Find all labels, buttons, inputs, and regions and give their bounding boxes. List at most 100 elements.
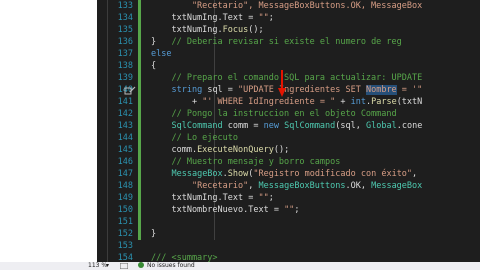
code-token: } <box>151 37 172 47</box>
line-number: 154 <box>117 253 133 262</box>
code-text: /// <summary> <box>151 252 218 262</box>
code-text: txtNombreNuevo.Text = ""; <box>151 204 299 216</box>
line-number: 145 <box>117 145 133 155</box>
code-token: .cone <box>396 121 423 131</box>
code-token: SqlCommand <box>284 121 336 131</box>
code-line[interactable]: 141 + "' WHERE IdIngrediente = " + int.P… <box>97 96 480 108</box>
code-token: ; <box>268 13 274 23</box>
code-line[interactable]: 149 txtNumIng.Text = ""; <box>97 192 480 204</box>
code-token: ; <box>294 205 300 215</box>
line-number: 142 <box>117 109 133 119</box>
code-token: "Registro modificado con éxito" <box>253 169 413 179</box>
code-line[interactable]: 140 string sql = "UPDATE Ingredientes SE… <box>97 84 480 96</box>
line-number: 133 <box>117 1 133 11</box>
code-line[interactable]: 135 txtNumIng.Focus(); <box>97 24 480 36</box>
line-number: 138 <box>117 61 133 71</box>
code-token: "" <box>258 13 269 23</box>
code-token: MessageBox <box>371 181 423 191</box>
code-line[interactable]: 134 txtNumIng.Text = ""; <box>97 12 480 24</box>
code-token: sql = <box>202 85 239 95</box>
code-token: // Lo ejecuto <box>151 133 238 143</box>
line-number: 147 <box>117 169 133 179</box>
code-line[interactable]: 151 <box>97 216 480 228</box>
quick-actions-icon[interactable] <box>124 86 136 96</box>
code-line[interactable]: 146 // Muestro mensaje y borro campos <box>97 156 480 168</box>
left-panel <box>0 0 97 262</box>
code-token: (); <box>248 25 264 35</box>
code-token: new <box>263 121 279 131</box>
issues-status[interactable]: No issues found <box>147 262 195 270</box>
code-token: (); <box>273 145 290 155</box>
code-line[interactable]: 138 { <box>97 60 480 72</box>
line-number: 136 <box>117 37 133 47</box>
code-text: txtNumIng.Text = ""; <box>151 192 273 204</box>
code-text: comm.ExecuteNonQuery(); <box>151 144 289 156</box>
zoom-dropdown-icon[interactable]: ▾ <box>106 262 109 270</box>
code-token: SqlCommand <box>171 121 223 131</box>
code-line[interactable]: 153 <box>97 240 480 252</box>
line-number: 134 <box>117 13 133 23</box>
code-token: comm. <box>151 145 198 155</box>
code-token: (txtN <box>396 97 423 107</box>
line-number: 148 <box>117 181 133 191</box>
code-token: Parse <box>371 97 397 107</box>
code-token: "Recetario", MessageBoxButtons.OK, Messa… <box>151 1 423 11</box>
code-text: // Muestro mensaje y borro campos <box>151 156 340 168</box>
line-number: 150 <box>117 205 133 215</box>
code-token: txtNombreNuevo.Text = <box>151 205 285 215</box>
code-editor[interactable]: 133 "Recetario", MessageBoxButtons.OK, M… <box>97 0 480 262</box>
code-line[interactable]: 154 /// <summary> <box>97 252 480 262</box>
code-text: } <box>151 228 156 240</box>
code-text: else <box>151 48 171 60</box>
code-token: (sql, <box>335 121 367 131</box>
line-number: 151 <box>117 217 133 227</box>
no-issues-icon <box>138 262 144 268</box>
code-token: "" <box>258 193 269 203</box>
code-line[interactable]: 148 "Recetario", MessageBoxButtons.OK, M… <box>97 180 480 192</box>
code-token: MessageBox <box>171 169 223 179</box>
code-line[interactable]: 147 MessageBox.Show("Registro modificado… <box>97 168 480 180</box>
code-text: txtNumIng.Text = ""; <box>151 12 274 24</box>
code-line[interactable]: 136 } // Deberia revisar si existe el num… <box>97 36 480 48</box>
code-line[interactable]: 145 comm.ExecuteNonQuery(); <box>97 144 480 156</box>
red-arrow-annotation <box>278 70 286 97</box>
line-number: 143 <box>117 121 133 131</box>
line-number: 146 <box>117 157 133 167</box>
code-token: "UPDATE Ingredientes SET <box>238 85 366 95</box>
code-text: // Pongo la instruccion en el objeto Com… <box>151 108 397 120</box>
code-token: , <box>248 181 259 191</box>
code-token: } <box>151 229 157 239</box>
line-number: 144 <box>117 133 133 143</box>
code-cleanup-icon[interactable] <box>120 263 128 269</box>
code-text: "Recetario", MessageBoxButtons.OK, Messa… <box>151 180 422 192</box>
zoom-level[interactable]: 113 % <box>88 262 107 270</box>
code-line[interactable]: 139 // Preparo el comando SQL para actua… <box>97 72 480 84</box>
code-line[interactable]: 144 // Lo ejecuto <box>97 132 480 144</box>
code-line[interactable]: 150 txtNombreNuevo.Text = ""; <box>97 204 480 216</box>
code-token: "' WHERE IdIngrediente = " <box>202 97 336 107</box>
code-line[interactable]: 152} <box>97 228 480 240</box>
code-token: + <box>335 97 351 107</box>
code-token: { <box>151 61 157 71</box>
status-bar: 113 % ▾ No issues found <box>0 262 480 270</box>
code-token: comm = <box>222 121 264 131</box>
code-token: // Pongo la instruccion en el objeto Com… <box>151 109 397 119</box>
code-token: string <box>171 85 203 95</box>
code-line[interactable]: 143 SqlCommand comm = new SqlCommand(sql… <box>97 120 480 132</box>
code-token: .OK, <box>345 181 372 191</box>
code-text: txtNumIng.Focus(); <box>151 24 264 36</box>
code-token: int <box>350 97 366 107</box>
code-line[interactable]: 142 // Pongo la instruccion en el objeto… <box>97 108 480 120</box>
code-text: MessageBox.Show("Registro modificado con… <box>151 168 417 180</box>
line-number: 139 <box>117 73 133 83</box>
code-line[interactable]: 137 else <box>97 48 480 60</box>
code-token: Global <box>366 121 397 131</box>
code-line[interactable]: 133 "Recetario", MessageBoxButtons.OK, M… <box>97 0 480 12</box>
line-number: 141 <box>117 97 133 107</box>
code-token: /// <summary> <box>151 253 218 262</box>
code-text: SqlCommand comm = new SqlCommand(sql, Gl… <box>151 120 422 132</box>
code-text: // Lo ejecuto <box>151 132 238 144</box>
line-number: 137 <box>117 49 133 59</box>
code-text: } // Deberia revisar si existe el numero… <box>151 36 402 48</box>
